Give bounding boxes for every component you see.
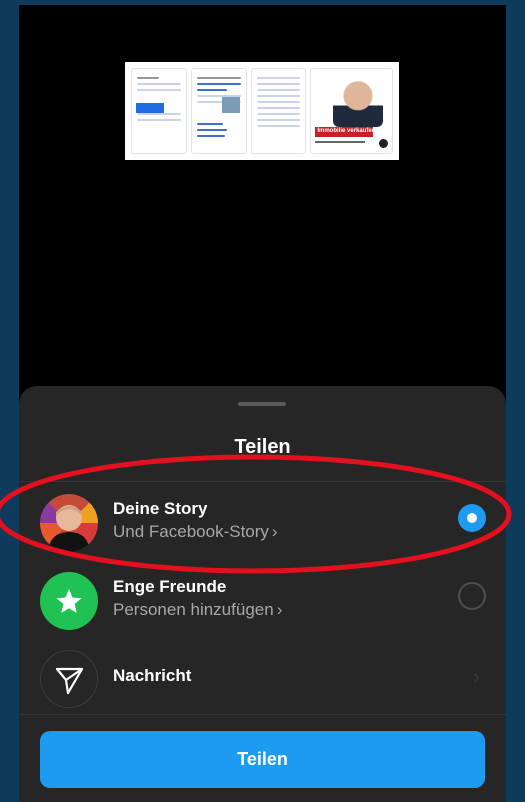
message-badge: [40, 650, 98, 708]
share-sheet: Teilen Deine Story Und Facebook-Story › …: [19, 386, 506, 802]
option-subtitle: Und Facebook-Story: [113, 522, 269, 541]
option-title: Deine Story: [113, 499, 208, 518]
sheet-title: Teilen: [234, 436, 291, 458]
ad-arrow-icon: [379, 139, 389, 148]
option-close-friends[interactable]: Enge Freunde Personen hinzufügen ›: [19, 562, 506, 638]
option-subtitle-link[interactable]: Personen hinzufügen ›: [113, 600, 282, 620]
option-subtitle-link[interactable]: Und Facebook-Story ›: [113, 522, 278, 542]
ad-portrait: [333, 79, 384, 127]
close-friends-badge: [40, 572, 98, 630]
divider: [19, 714, 506, 715]
preview-card-search: [131, 68, 187, 154]
preview-card-result: [190, 68, 247, 154]
phone-screen: Immobilie verkaufen? Teilen Deine Story …: [19, 5, 506, 802]
shared-post-preview: Immobilie verkaufen?: [125, 62, 399, 160]
sheet-drag-handle[interactable]: [238, 402, 286, 406]
option-your-story[interactable]: Deine Story Und Facebook-Story ›: [19, 484, 506, 560]
option-message[interactable]: Nachricht ›: [19, 640, 506, 716]
option-subtitle: Personen hinzufügen: [113, 600, 274, 619]
chevron-right-icon: ›: [472, 664, 480, 689]
paper-plane-icon: [55, 667, 84, 695]
ad-headline: Immobilie verkaufen?: [315, 127, 374, 137]
radio-unselected[interactable]: [458, 582, 486, 610]
preview-card-list: [250, 68, 307, 154]
radio-selected[interactable]: [458, 504, 486, 532]
avatar: [40, 494, 98, 552]
divider: [19, 481, 506, 482]
star-icon: [56, 589, 82, 613]
option-title: Enge Freunde: [113, 577, 227, 596]
chevron-right-icon: ›: [276, 600, 283, 619]
chevron-right-icon: ›: [271, 522, 278, 541]
share-button[interactable]: Teilen: [40, 731, 485, 788]
option-title: Nachricht: [113, 666, 192, 685]
preview-card-ad: Immobilie verkaufen?: [310, 68, 394, 154]
